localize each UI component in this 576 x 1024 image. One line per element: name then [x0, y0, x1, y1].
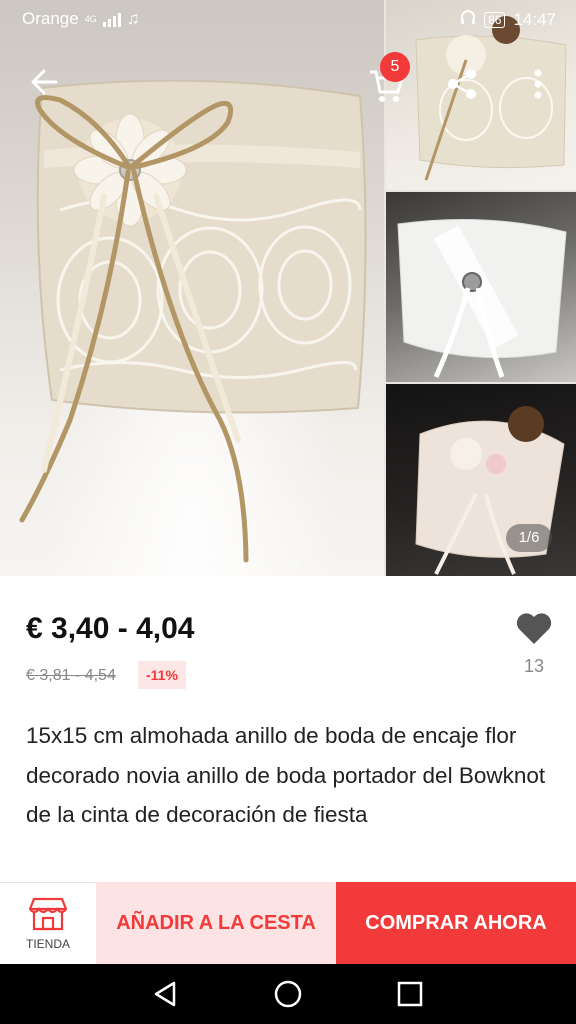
system-navigation-bar	[0, 964, 576, 1024]
square-recent-icon	[397, 981, 423, 1007]
add-to-cart-button[interactable]: AÑADIR A LA CESTA	[96, 882, 336, 964]
bottom-action-bar: TIENDA AÑADIR A LA CESTA COMPRAR AHORA	[0, 882, 576, 964]
more-vertical-icon	[534, 69, 542, 99]
triangle-back-icon	[154, 981, 176, 1007]
nav-back-button[interactable]	[150, 978, 182, 1010]
arrow-left-icon	[31, 69, 58, 95]
store-label: TIENDA	[25, 936, 70, 951]
back-button[interactable]	[26, 62, 66, 102]
music-icon: ♫	[126, 9, 140, 28]
wishlist-count: 13	[523, 656, 545, 676]
buy-now-button[interactable]: COMPRAR AHORA	[336, 882, 576, 964]
product-title: 15x15 cm almohada anillo de boda de enca…	[26, 723, 546, 827]
original-price: € 3,81 - 4,54	[26, 667, 116, 684]
more-options-button[interactable]	[524, 66, 552, 102]
product-price: € 3,40 - 4,04	[26, 612, 195, 645]
circle-home-icon	[274, 980, 302, 1008]
share-button[interactable]	[444, 66, 480, 102]
store-button[interactable]: TIENDA	[0, 882, 96, 964]
thumbnail-pillow-2	[397, 219, 567, 379]
discount-badge: -11%	[138, 661, 186, 689]
product-image-gallery[interactable]: 1/6	[0, 0, 576, 576]
battery-indicator: 86	[484, 11, 506, 28]
status-time: 14:47	[513, 9, 556, 29]
status-bar: Orange 4G ♫ 86 14:47	[0, 0, 576, 40]
store-icon	[28, 897, 68, 930]
nav-home-button[interactable]	[272, 978, 304, 1010]
share-icon	[448, 69, 476, 99]
signal-icon	[102, 11, 121, 27]
heart-icon	[516, 613, 552, 644]
nav-recent-button[interactable]	[394, 978, 426, 1010]
thumbnail-image-2[interactable]	[386, 192, 576, 382]
cart-count-badge: 5	[380, 52, 410, 82]
wishlist-button[interactable]	[514, 608, 554, 648]
image-page-indicator: 1/6	[506, 524, 552, 552]
headphones-icon	[460, 9, 476, 30]
carrier-name: Orange	[22, 9, 79, 28]
network-type: 4G	[84, 13, 97, 24]
